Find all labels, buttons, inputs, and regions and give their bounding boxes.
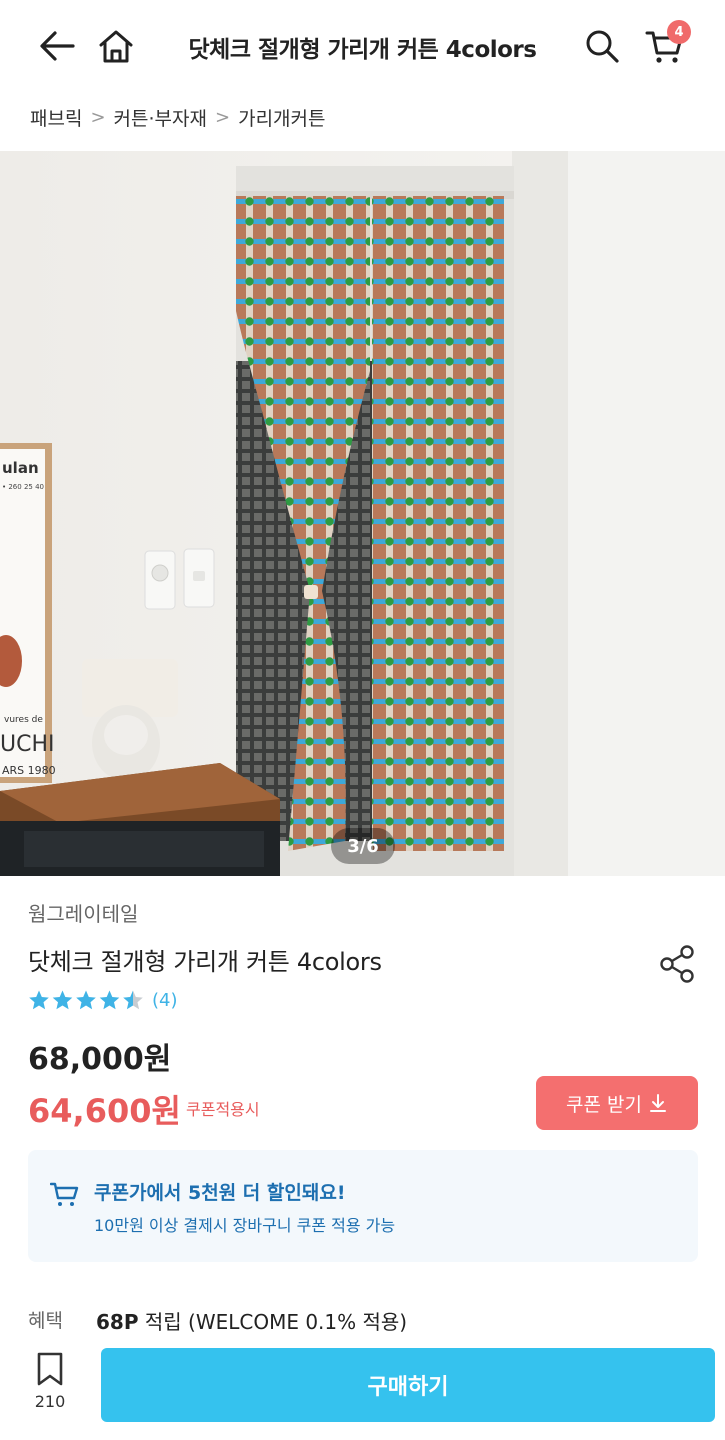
benefit-value: 68P 적립 (WELCOME 0.1% 적용) — [96, 1306, 407, 1335]
rating-row[interactable]: (4) — [28, 988, 178, 1012]
download-icon — [649, 1094, 666, 1112]
search-button[interactable] — [580, 24, 624, 68]
get-coupon-label: 쿠폰 받기 — [566, 1093, 642, 1116]
product-image-carousel[interactable]: ulan • 260 25 40 vures de UCHI ARS 1980 — [0, 151, 725, 876]
breadcrumb-item-curtain[interactable]: 커튼·부자재 — [114, 104, 207, 131]
sale-price: 64,600원 — [28, 1092, 181, 1130]
poster-text-1: ulan — [2, 459, 39, 477]
arrow-left-icon — [40, 31, 75, 61]
wishlist-button[interactable]: 210 — [22, 1352, 78, 1422]
benefit-text: 적립 (WELCOME 0.1% 적용) — [138, 1310, 408, 1334]
benefit-points: 68P — [96, 1310, 139, 1334]
benefit-label: 혜택 — [28, 1310, 63, 1332]
poster-text-3: vures de — [4, 715, 43, 725]
product-name: 닷체크 절개형 가리개 커튼 4colors — [28, 948, 382, 976]
poster-text-2: • 260 25 40 — [2, 483, 44, 491]
page-title: 닷체크 절개형 가리개 커튼 4colors — [188, 37, 537, 63]
share-icon — [660, 945, 694, 983]
original-price: 68,000원 — [28, 1042, 172, 1077]
bottom-action-bar: 210 구매하기 — [0, 1340, 725, 1440]
cart-icon — [50, 1182, 79, 1206]
image-counter: 3/6 — [331, 828, 395, 864]
breadcrumb-item-screen-curtain[interactable]: 가리개커튼 — [238, 104, 325, 131]
cart-count-badge: 4 — [667, 20, 691, 44]
bookmark-icon — [37, 1352, 63, 1386]
coupon-banner-subtitle: 10만원 이상 결제시 장바구니 쿠폰 적용 가능 — [94, 1216, 396, 1235]
breadcrumb-item-fabric[interactable]: 패브릭 — [30, 104, 82, 131]
poster-text-4: UCHI — [0, 732, 55, 757]
wishlist-count: 210 — [34, 1392, 66, 1411]
buy-button-label: 구매하기 — [367, 1375, 449, 1400]
share-button[interactable] — [654, 940, 702, 988]
cart-coupon-banner: 쿠폰가에서 5천원 더 할인돼요! 10만원 이상 결제시 장바구니 쿠폰 적용… — [28, 1150, 698, 1262]
coupon-banner-title: 쿠폰가에서 5천원 더 할인돼요! — [94, 1182, 346, 1204]
search-icon — [586, 30, 619, 63]
coupon-applied-note: 쿠폰적용시 — [186, 1100, 260, 1119]
product-photo: ulan • 260 25 40 vures de UCHI ARS 1980 — [0, 151, 725, 876]
star-rating-icon — [29, 990, 143, 1010]
home-icon — [99, 30, 133, 63]
brand-name[interactable]: 웜그레이테일 — [28, 898, 138, 927]
back-button[interactable] — [35, 24, 79, 68]
chevron-right-icon: > — [90, 106, 106, 128]
top-app-bar: 닷체크 절개형 가리개 커튼 4colors 4 — [0, 0, 725, 92]
breadcrumb: 패브릭 > 커튼·부자재 > 가리개커튼 — [30, 103, 326, 131]
home-button[interactable] — [94, 24, 138, 68]
buy-button[interactable]: 구매하기 — [101, 1348, 715, 1422]
cart-button[interactable]: 4 — [643, 20, 691, 68]
poster-text-5: ARS 1980 — [2, 764, 56, 777]
review-count: (4) — [152, 989, 178, 1011]
chevron-right-icon: > — [215, 106, 231, 128]
get-coupon-button[interactable]: 쿠폰 받기 — [536, 1076, 698, 1130]
